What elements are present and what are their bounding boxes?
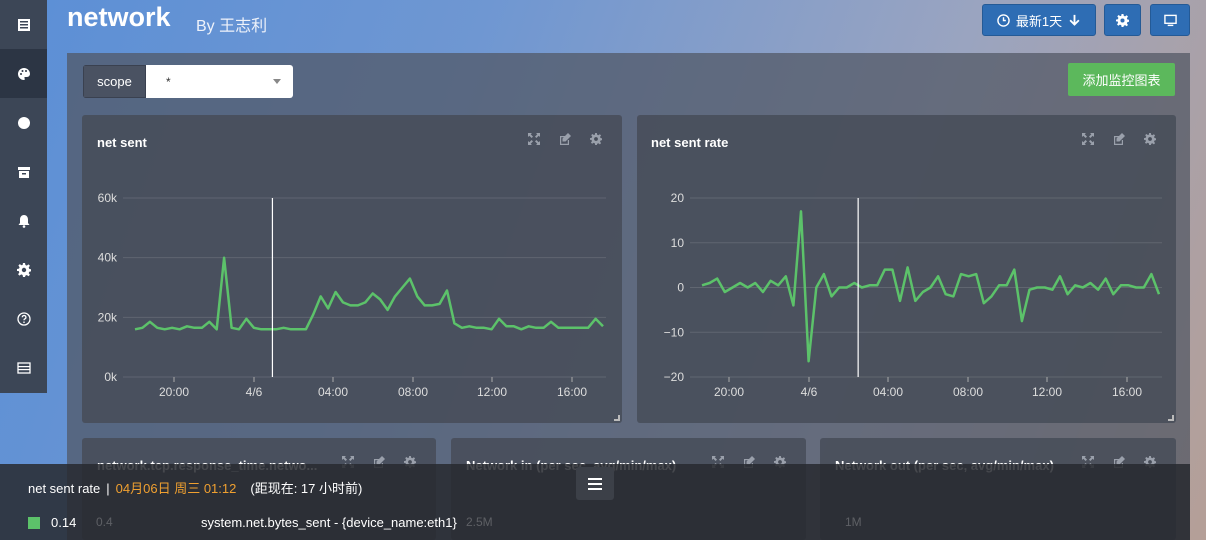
series-line: [134, 256, 604, 331]
page-subtitle: By 王志利: [196, 18, 268, 35]
expand-icon[interactable]: [1082, 133, 1094, 145]
faded-ytick-net-in: 2.5M: [466, 515, 493, 529]
sidebar-item-table[interactable]: [0, 343, 47, 392]
expand-icon[interactable]: [528, 133, 540, 145]
caret-down-icon: [273, 79, 281, 84]
time-range-button[interactable]: 最新1天: [982, 4, 1096, 36]
bell-icon: [18, 214, 29, 228]
y-tick-label: 0: [677, 281, 684, 295]
menu-icon: [588, 477, 602, 490]
scope-selector[interactable]: scope *: [83, 65, 293, 98]
chart-card-net-sent-rate: −20 −10 0 10 20 20:00 4/6 04:00 08:00 12:00 16:00 …: [637, 115, 1176, 423]
resize-handle[interactable]: [614, 415, 620, 421]
monitor-icon: [1163, 14, 1177, 26]
tooltip-header: net sent rate | 04月06日 周三 01:12 (距现在: 17 小时…: [28, 478, 362, 497]
dashboard-settings-button[interactable]: [1104, 4, 1141, 36]
gear-icon: [1116, 13, 1129, 27]
faded-ytick-net-out: 1M: [845, 515, 862, 529]
tooltip-value: 0.14: [51, 515, 77, 530]
gear-icon[interactable]: [1144, 133, 1156, 145]
x-tick-label: 04:00: [873, 385, 903, 399]
sidebar-item-archive[interactable]: [0, 147, 47, 196]
archive-icon: [17, 166, 30, 178]
chart-title: net sent rate: [651, 135, 729, 150]
net-sent-rate-chart[interactable]: −20 −10 0 10 20 20:00 4/6 04:00 08:00 12:00 16:00: [637, 115, 1176, 423]
y-tick-label: 20k: [98, 310, 118, 324]
x-tick-label: 20:00: [714, 385, 744, 399]
x-tick-label: 20:00: [159, 385, 189, 399]
tooltip-separator: |: [106, 481, 110, 496]
y-tick-label: −20: [664, 370, 685, 384]
gear-icon: [16, 262, 31, 277]
sidebar-item-settings[interactable]: [0, 245, 47, 294]
edit-icon[interactable]: [559, 133, 571, 145]
chart-title: net sent: [97, 135, 147, 150]
series-line: [701, 210, 1161, 363]
tooltip-menu-button[interactable]: [576, 467, 614, 500]
sidebar-item-help[interactable]: [0, 294, 47, 343]
dashboard-list-icon: [17, 18, 30, 31]
x-tick-label: 4/6: [801, 385, 818, 399]
gear-icon[interactable]: [590, 133, 602, 145]
series-swatch: [28, 516, 40, 529]
x-tick-label: 08:00: [398, 385, 428, 399]
sidebar-item-palette[interactable]: [0, 49, 47, 98]
chart-tooltip: net sent rate | 04月06日 周三 01:12 (距现在: 17 小时…: [0, 464, 1190, 540]
tooltip-row: 0.14 system.net.bytes_sent - {device_nam…: [28, 515, 457, 530]
y-tick-label: 40k: [98, 251, 118, 265]
scope-label: scope: [83, 65, 146, 98]
x-tick-label: 04:00: [318, 385, 348, 399]
tooltip-time: 04月06日 周三 01:12: [115, 481, 237, 496]
circle-icon: [17, 116, 30, 129]
scope-value: *: [166, 74, 171, 89]
sidebar-item-circle[interactable]: [0, 98, 47, 147]
table-icon: [16, 361, 31, 374]
help-icon: [16, 311, 31, 326]
x-tick-label: 4/6: [246, 385, 263, 399]
y-tick-label: −10: [664, 325, 685, 339]
tooltip-series-name: net sent rate: [28, 481, 101, 496]
y-tick-label: 0k: [104, 370, 118, 384]
tooltip-series-label: system.net.bytes_sent - {device_name:eth…: [201, 515, 457, 530]
sidebar: [0, 0, 47, 393]
y-tick-label: 60k: [98, 191, 118, 205]
clock-icon: [997, 13, 1010, 27]
add-chart-button[interactable]: 添加监控图表: [1068, 63, 1175, 96]
time-range-label: 最新1天: [1015, 13, 1063, 29]
y-tick-label: 20: [671, 191, 685, 205]
arrow-down-icon: [1069, 14, 1080, 26]
chart-tools: [1082, 133, 1156, 145]
palette-icon: [17, 67, 30, 80]
resize-handle[interactable]: [1168, 415, 1174, 421]
net-sent-chart[interactable]: 0k 20k 40k 60k 20:00 4/6 04:00 08:00 12:00 16:00: [82, 115, 622, 423]
page-title: network: [67, 2, 171, 32]
sidebar-item-dashboards[interactable]: [0, 0, 47, 49]
sidebar-item-alerts[interactable]: [0, 196, 47, 245]
scope-select[interactable]: *: [146, 65, 293, 98]
chart-card-net-sent: 0k 20k 40k 60k 20:00 4/6 04:00 08:00 12:00 16:00 …: [82, 115, 622, 423]
tv-mode-button[interactable]: [1150, 4, 1190, 36]
x-tick-label: 12:00: [1032, 385, 1062, 399]
edit-icon[interactable]: [1113, 133, 1125, 145]
y-tick-label: 10: [671, 236, 685, 250]
x-tick-label: 08:00: [953, 385, 983, 399]
tooltip-relative-time: (距现在: 17 小时前): [250, 481, 363, 496]
x-tick-label: 16:00: [1112, 385, 1142, 399]
x-tick-label: 12:00: [477, 385, 507, 399]
chart-tools: [528, 133, 602, 145]
x-tick-label: 16:00: [557, 385, 587, 399]
